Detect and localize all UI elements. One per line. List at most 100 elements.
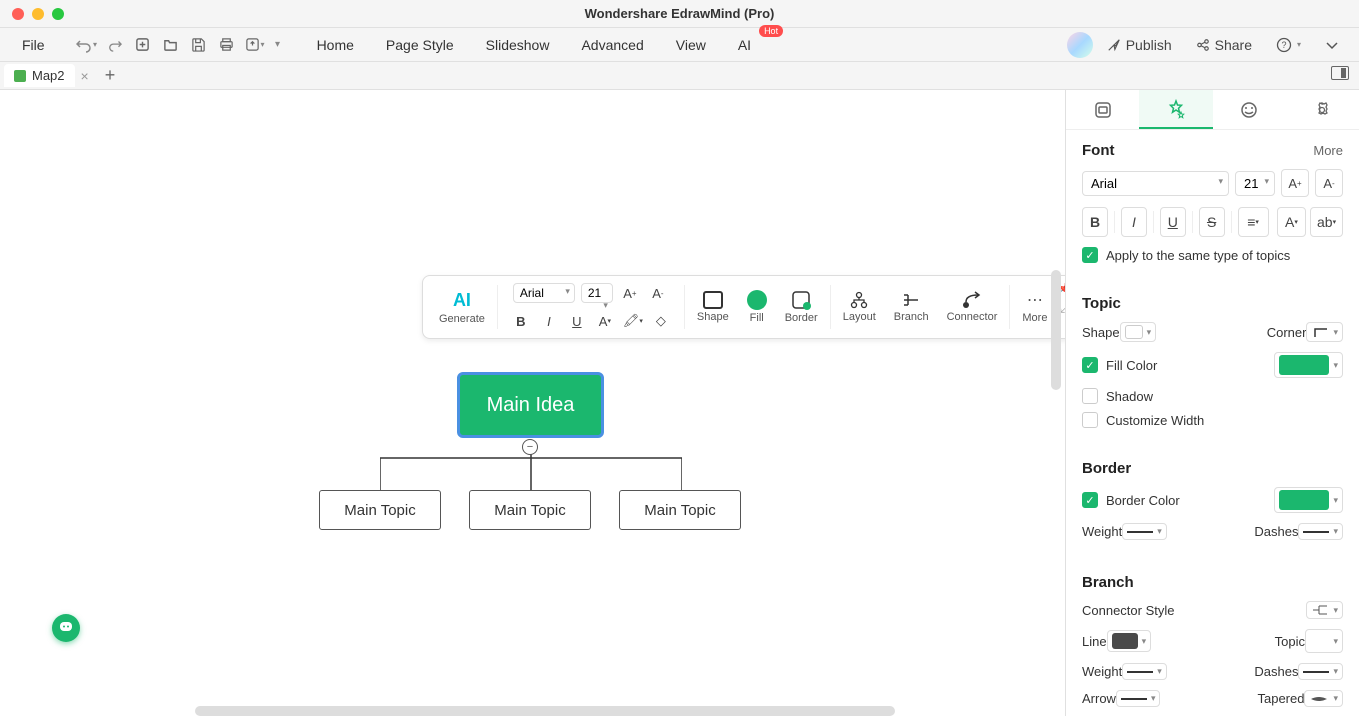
branch-tapered-select[interactable]: ▾	[1304, 690, 1343, 707]
ft-more-button[interactable]: ⋯ More	[1014, 290, 1055, 324]
undo-icon[interactable]: ▾	[75, 33, 99, 57]
maximize-window-button[interactable]	[52, 8, 64, 20]
ft-branch-button[interactable]: Branch	[886, 291, 937, 323]
tab-add-button[interactable]: +	[95, 65, 126, 86]
open-icon[interactable]	[159, 33, 183, 57]
ft-highlight-icon[interactable]: 🖍▾	[622, 310, 644, 332]
border-color-checkbox[interactable]: ✓	[1082, 492, 1098, 508]
user-avatar[interactable]	[1067, 32, 1093, 58]
branch-weight-select[interactable]: ▾	[1122, 663, 1167, 680]
topic-node-3[interactable]: Main Topic	[619, 490, 741, 530]
canvas[interactable]: 📌 AI Generate Arial 21 A+ A- B I U A▾	[0, 90, 1065, 716]
horizontal-scrollbar[interactable]	[195, 706, 895, 716]
publish-button[interactable]: Publish	[1097, 33, 1182, 57]
print-icon[interactable]	[215, 33, 239, 57]
border-section: Border ✓ Border Color ▾ Weight ▾ Dashes …	[1066, 448, 1359, 562]
vertical-scrollbar[interactable]	[1051, 270, 1061, 390]
publish-label: Publish	[1126, 37, 1172, 53]
ft-bold-icon[interactable]: B	[510, 310, 532, 332]
border-weight-select[interactable]: ▾	[1122, 523, 1167, 540]
ft-border-button[interactable]: Border	[777, 290, 826, 324]
menu-advanced[interactable]: Advanced	[567, 31, 657, 59]
panel-tab-style[interactable]	[1139, 90, 1212, 129]
border-color-label: Border Color	[1106, 493, 1180, 508]
save-icon[interactable]	[187, 33, 211, 57]
ft-size-select[interactable]: 21	[581, 283, 613, 303]
underline-button[interactable]: U	[1160, 207, 1186, 237]
tab-close-button[interactable]: ×	[75, 68, 95, 84]
font-family-select[interactable]: Arial	[1082, 171, 1229, 196]
font-more-link[interactable]: More	[1313, 143, 1343, 158]
shape-select[interactable]: ▾	[1120, 322, 1157, 342]
more-icon: ⋯	[1027, 290, 1043, 310]
font-size-select[interactable]: 21	[1235, 171, 1275, 196]
strikethrough-button[interactable]: S	[1199, 207, 1225, 237]
fill-icon	[747, 290, 767, 310]
shadow-checkbox[interactable]	[1082, 388, 1098, 404]
new-icon[interactable]	[131, 33, 155, 57]
redo-icon[interactable]	[103, 33, 127, 57]
font-color-button[interactable]: A▾	[1277, 207, 1306, 237]
customize-width-checkbox[interactable]	[1082, 412, 1098, 428]
topic-node-2[interactable]: Main Topic	[469, 490, 591, 530]
panel-tab-outline[interactable]	[1066, 90, 1139, 129]
align-button[interactable]: ≡▾	[1238, 207, 1269, 237]
ft-font-decrease-icon[interactable]: A-	[647, 282, 669, 304]
layout-label: Layout	[843, 311, 876, 323]
ft-shape-button[interactable]: Shape	[689, 291, 737, 323]
document-icon	[14, 70, 26, 82]
ft-font-increase-icon[interactable]: A+	[619, 282, 641, 304]
ft-italic-icon[interactable]: I	[538, 310, 560, 332]
connector-style-select[interactable]: ▾	[1306, 601, 1343, 619]
main-idea-node[interactable]: Main Idea	[457, 372, 604, 438]
font-increase-button[interactable]: A+	[1281, 169, 1309, 197]
menu-overflow-icon[interactable]: ▾	[271, 33, 285, 57]
collapse-button[interactable]	[1315, 36, 1349, 54]
text-case-button[interactable]: ab▾	[1310, 207, 1343, 237]
menu-home[interactable]: Home	[303, 31, 368, 59]
ft-fill-button[interactable]: Fill	[739, 290, 775, 324]
border-icon	[791, 290, 811, 310]
fill-color-select[interactable]: ▾	[1274, 352, 1343, 378]
ft-layout-button[interactable]: Layout	[835, 291, 884, 323]
ft-underline-icon[interactable]: U	[566, 310, 588, 332]
ft-font-select[interactable]: Arial	[513, 283, 575, 303]
close-window-button[interactable]	[12, 8, 24, 20]
branch-topic-select[interactable]: ▾	[1305, 629, 1343, 653]
hot-badge: Hot	[759, 25, 783, 37]
collapse-node-button[interactable]: −	[522, 439, 538, 455]
file-menu[interactable]: File	[10, 33, 57, 57]
document-tab[interactable]: Map2	[4, 64, 75, 87]
help-button[interactable]: ? ▾	[1266, 33, 1311, 57]
apply-same-label: Apply to the same type of topics	[1106, 248, 1290, 263]
font-decrease-button[interactable]: A-	[1315, 169, 1343, 197]
minimize-window-button[interactable]	[32, 8, 44, 20]
ft-connector-button[interactable]: Connector	[939, 291, 1006, 323]
topic-3-text: Main Topic	[644, 502, 715, 519]
topic-node-1[interactable]: Main Topic	[319, 490, 441, 530]
chat-assistant-button[interactable]	[52, 614, 80, 642]
branch-line-select[interactable]: ▾	[1107, 630, 1152, 652]
ft-ai-generate[interactable]: AI Generate	[431, 290, 493, 325]
menu-ai[interactable]: AI Hot	[724, 31, 765, 59]
export-icon[interactable]: ▾	[243, 33, 267, 57]
branch-dashes-select[interactable]: ▾	[1298, 663, 1343, 680]
corner-select[interactable]: ▾	[1306, 322, 1343, 342]
menu-slideshow[interactable]: Slideshow	[472, 31, 564, 59]
border-dashes-select[interactable]: ▾	[1298, 523, 1343, 540]
apply-same-checkbox[interactable]: ✓	[1082, 247, 1098, 263]
italic-button[interactable]: I	[1121, 207, 1147, 237]
panel-toggle-icon[interactable]	[1331, 66, 1349, 80]
share-button[interactable]: Share	[1186, 33, 1262, 57]
fill-color-checkbox[interactable]: ✓	[1082, 357, 1098, 373]
branch-arrow-select[interactable]: ▾	[1116, 690, 1161, 707]
menu-view[interactable]: View	[662, 31, 720, 59]
ft-clear-format-icon[interactable]: ◇	[650, 310, 672, 332]
panel-tab-emoji[interactable]	[1213, 90, 1286, 129]
ft-font-color-icon[interactable]: A▾	[594, 310, 616, 332]
menu-page-style[interactable]: Page Style	[372, 31, 468, 59]
bold-button[interactable]: B	[1082, 207, 1108, 237]
border-color-select[interactable]: ▾	[1274, 487, 1343, 513]
panel-tab-settings[interactable]	[1286, 90, 1359, 129]
properties-panel: Font More Arial 21 A+ A- B I U S ≡▾ A▾	[1065, 90, 1359, 716]
